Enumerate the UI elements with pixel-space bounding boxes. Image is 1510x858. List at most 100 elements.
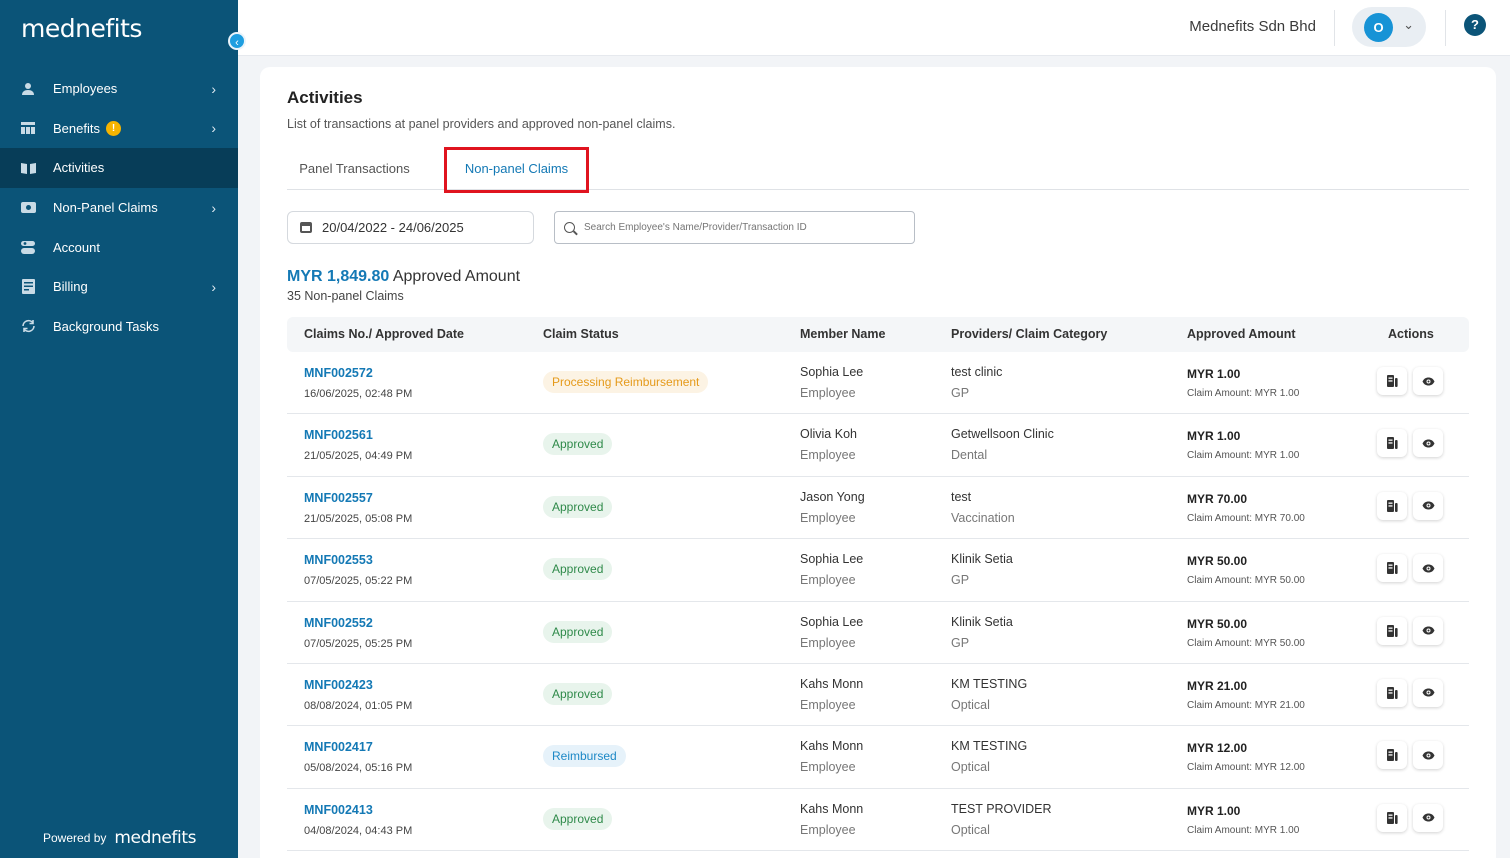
person-icon xyxy=(20,82,36,96)
sidebar-item-account[interactable]: Account xyxy=(0,227,238,267)
approved-amount: MYR 70.00 xyxy=(1187,491,1248,506)
claim-number-link[interactable]: MNF002417 xyxy=(304,740,373,754)
claim-category: Dental xyxy=(951,448,988,463)
sidebar-item-billing[interactable]: Billing › xyxy=(0,267,238,307)
sidebar-item-non-panel-claims[interactable]: Non-Panel Claims › xyxy=(0,188,238,228)
sidebar-item-activities[interactable]: Activities xyxy=(0,148,238,188)
powered-by-logo: mednefits xyxy=(114,828,197,848)
page-title: Activities xyxy=(287,88,363,107)
provider-name: Getwellsoon Clinic xyxy=(951,427,1054,442)
claim-category: GP xyxy=(951,635,970,650)
receipt-icon xyxy=(1386,624,1398,637)
view-button[interactable] xyxy=(1413,803,1443,832)
claim-number-link[interactable]: MNF002423 xyxy=(304,678,373,692)
sidebar-item-label: Billing xyxy=(53,279,88,295)
claim-amount: Claim Amount: MYR 1.00 xyxy=(1187,388,1300,399)
member-name: Kahs Monn xyxy=(800,739,864,754)
view-button[interactable] xyxy=(1413,491,1443,520)
receipt-button[interactable] xyxy=(1377,616,1407,645)
approved-amount: MYR 1.00 xyxy=(1187,367,1241,381)
approved-total-label: Approved Amount xyxy=(392,268,521,285)
member-role: Employee xyxy=(800,448,856,463)
chevron-right-icon: › xyxy=(211,80,216,97)
claim-number-link[interactable]: MNF002557 xyxy=(304,491,373,505)
claim-number-link[interactable]: MNF002561 xyxy=(304,428,373,442)
receipt-icon xyxy=(1386,437,1398,450)
tab-non-panel-claims[interactable]: Non-panel Claims xyxy=(444,147,589,193)
approved-amount: MYR 1.00 xyxy=(1187,803,1241,818)
sidebar: mednefits Employees › Benefits ! › Activ… xyxy=(0,0,238,858)
receipt-button[interactable] xyxy=(1377,491,1407,520)
user-menu[interactable]: O ⌄ xyxy=(1352,7,1426,47)
sidebar-item-background-tasks[interactable]: Background Tasks xyxy=(0,307,238,347)
tab-panel-transactions[interactable]: Panel Transactions xyxy=(287,147,422,190)
eye-icon xyxy=(1422,501,1434,510)
calendar-icon xyxy=(300,222,312,233)
claim-number-link[interactable]: MNF002413 xyxy=(304,803,373,817)
member-name: Kahs Monn xyxy=(800,676,864,691)
sidebar-item-label: Employees xyxy=(53,81,118,97)
sidebar-item-label: Account xyxy=(53,239,100,255)
provider-name: TEST PROVIDER xyxy=(951,801,1052,816)
powered-by: Powered by mednefits xyxy=(43,828,196,848)
claim-category: Optical xyxy=(951,822,990,837)
search-input[interactable] xyxy=(584,222,904,233)
member-role: Employee xyxy=(800,822,856,837)
topbar: Mednefits Sdn Bhd O ⌄ ? xyxy=(238,0,1510,56)
claims-count: 35 Non-panel Claims xyxy=(287,289,404,303)
help-icon[interactable]: ? xyxy=(1464,14,1486,36)
chevron-right-icon: › xyxy=(211,278,216,295)
claim-amount: Claim Amount: MYR 21.00 xyxy=(1187,699,1305,711)
receipt-button[interactable] xyxy=(1377,678,1407,707)
table-row: MNF002413 04/08/2024, 04:43 PM Approved Kah… xyxy=(287,789,1469,852)
sidebar-item-employees[interactable]: Employees › xyxy=(0,69,238,109)
table-row: MNF002553 07/05/2025, 05:22 PM Approved Sop… xyxy=(287,539,1469,602)
collapse-sidebar-button[interactable]: ‹ xyxy=(228,32,246,50)
view-button[interactable] xyxy=(1413,554,1443,583)
date-range-picker[interactable]: 20/04/2022 - 24/06/2025 xyxy=(287,211,534,244)
claim-category: Optical xyxy=(951,697,990,712)
table-row: MNF002417 05/08/2024, 05:16 PM Reimbursed K… xyxy=(287,726,1469,789)
divider xyxy=(1445,10,1446,46)
claim-amount: Claim Amount: MYR 50.00 xyxy=(1187,575,1305,587)
header-actions: Actions xyxy=(1388,327,1434,341)
member-name: Sophia Lee xyxy=(800,365,864,379)
eye-icon xyxy=(1422,564,1434,573)
receipt-button[interactable] xyxy=(1377,554,1407,583)
claim-amount: Claim Amount: MYR 1.00 xyxy=(1187,450,1300,462)
book-icon xyxy=(20,161,36,175)
view-button[interactable] xyxy=(1413,367,1443,395)
refresh-icon xyxy=(20,319,36,333)
claim-number-link[interactable]: MNF002572 xyxy=(304,366,373,380)
claim-amount: Claim Amount: MYR 1.00 xyxy=(1187,824,1300,836)
claim-amount: Claim Amount: MYR 12.00 xyxy=(1187,762,1305,774)
tabs: Panel Transactions Non-panel Claims xyxy=(287,147,1469,193)
provider-name: Klinik Setia xyxy=(951,552,1013,567)
header-providers: Providers/ Claim Category xyxy=(951,327,1108,341)
table-row: MNF002552 07/05/2025, 05:25 PM Approved Sop… xyxy=(287,602,1469,664)
approved-summary: MYR 1,849.80 Approved Amount xyxy=(287,268,520,286)
claim-number-link[interactable]: MNF002553 xyxy=(304,553,373,567)
view-button[interactable] xyxy=(1413,616,1443,645)
receipt-button[interactable] xyxy=(1377,429,1407,458)
member-role: Employee xyxy=(800,386,856,400)
approved-date: 21/05/2025, 05:08 PM xyxy=(304,512,413,525)
receipt-button[interactable] xyxy=(1377,367,1407,395)
claim-number-link[interactable]: MNF002552 xyxy=(304,616,373,630)
status-badge: Approved xyxy=(543,682,613,705)
provider-name: test clinic xyxy=(951,365,1003,379)
receipt-button[interactable] xyxy=(1377,803,1407,832)
search-field[interactable] xyxy=(554,211,915,244)
sidebar-item-benefits[interactable]: Benefits ! › xyxy=(0,109,238,149)
claim-amount: Claim Amount: MYR 50.00 xyxy=(1187,637,1305,649)
member-role: Employee xyxy=(800,510,856,525)
receipt-button[interactable] xyxy=(1377,741,1407,770)
view-button[interactable] xyxy=(1413,678,1443,707)
approved-date: 07/05/2025, 05:25 PM xyxy=(304,637,413,650)
view-button[interactable] xyxy=(1413,741,1443,770)
claim-category: Vaccination xyxy=(951,510,1015,525)
alert-badge: ! xyxy=(105,120,121,136)
chevron-right-icon: › xyxy=(211,199,216,216)
member-name: Jason Yong xyxy=(800,489,865,504)
view-button[interactable] xyxy=(1413,429,1443,458)
